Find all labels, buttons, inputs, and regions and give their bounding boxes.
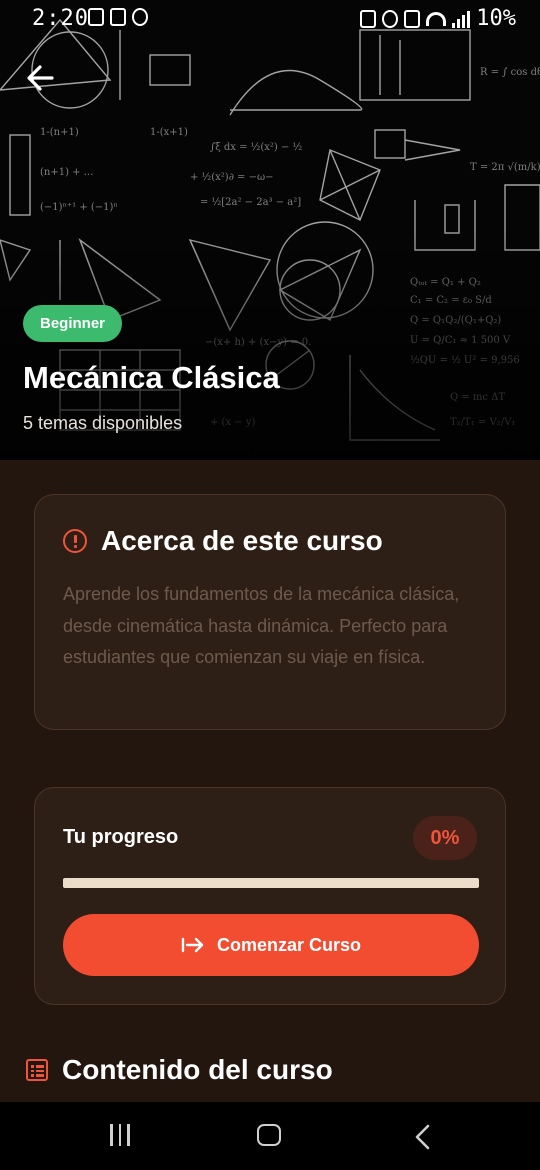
svg-text:R = ∫ cos dθ: R = ∫ cos dθ [480, 67, 540, 78]
download-notification-icon [110, 8, 126, 26]
recents-icon[interactable] [106, 1124, 134, 1150]
back-icon[interactable] [410, 1124, 438, 1150]
course-content: Acerca de este curso Aprende los fundame… [0, 460, 540, 1102]
svg-text:1-(x+1): 1-(x+1) [150, 127, 188, 138]
back-arrow-icon[interactable] [22, 60, 58, 96]
course-contents-header: Contenido del curso [26, 1054, 333, 1086]
info-icon [63, 529, 87, 553]
system-icons: 10% [360, 6, 516, 31]
start-course-button[interactable]: Comenzar Curso [63, 914, 479, 976]
svg-text:(−1)ⁿ⁺¹ + (−1)ⁿ: (−1)ⁿ⁺¹ + (−1)ⁿ [40, 202, 118, 213]
list-icon [26, 1059, 48, 1081]
course-hero: 1-(n+1) 1-(x+1) ∫ξ dx = ½(x²) − ½ (n+1) … [0, 0, 540, 460]
course-contents-title: Contenido del curso [62, 1054, 333, 1085]
svg-text:= ½[2a² − 2a³ − a²]: = ½[2a² − 2a³ − a²] [200, 197, 301, 208]
login-arrow-icon [181, 937, 204, 953]
home-icon[interactable] [257, 1124, 285, 1150]
about-description: Aprende los fundamentos de la mecánica c… [63, 584, 460, 667]
start-course-label: Comenzar Curso [216, 934, 362, 955]
progress-card: Tu progreso 0% Comenzar Curso [34, 787, 506, 1005]
progress-percent-badge: 0% [413, 816, 477, 860]
signal-icon [452, 10, 471, 28]
about-header: Acerca de este curso [63, 525, 383, 557]
svg-text:∫ξ dx = ½(x²) − ½: ∫ξ dx = ½(x²) − ½ [210, 142, 303, 153]
svg-text:+ ½(x²)∂ = −ω−: + ½(x²)∂ = −ω− [190, 172, 274, 183]
progress-label: Tu progreso [63, 826, 179, 848]
wifi-icon [426, 11, 447, 26]
status-bar: 2:20 10% [0, 0, 540, 36]
status-time: 2:20 [32, 6, 89, 31]
svg-text:1-(n+1): 1-(n+1) [40, 127, 79, 138]
course-title: Mecánica Clásica [23, 360, 280, 395]
topics-count: 5 temas disponibles [23, 413, 183, 433]
gallery-notification-icon [88, 8, 104, 26]
about-card: Acerca de este curso Aprende los fundame… [34, 494, 506, 730]
mute-icon [404, 9, 421, 28]
level-badge: Beginner [23, 305, 123, 342]
system-navigation-bar [0, 1102, 540, 1170]
progress-bar [63, 878, 479, 888]
svg-text:T = 2π √(m/k): T = 2π √(m/k) [470, 162, 540, 173]
app-notification-icon [132, 8, 148, 26]
notification-icons [88, 8, 148, 26]
alarm-icon [382, 9, 399, 28]
battery-level: 10% [476, 6, 516, 31]
about-title: Acerca de este curso [101, 525, 383, 556]
nfc-icon [360, 9, 377, 28]
svg-text:(n+1) + ...: (n+1) + ... [40, 167, 93, 178]
